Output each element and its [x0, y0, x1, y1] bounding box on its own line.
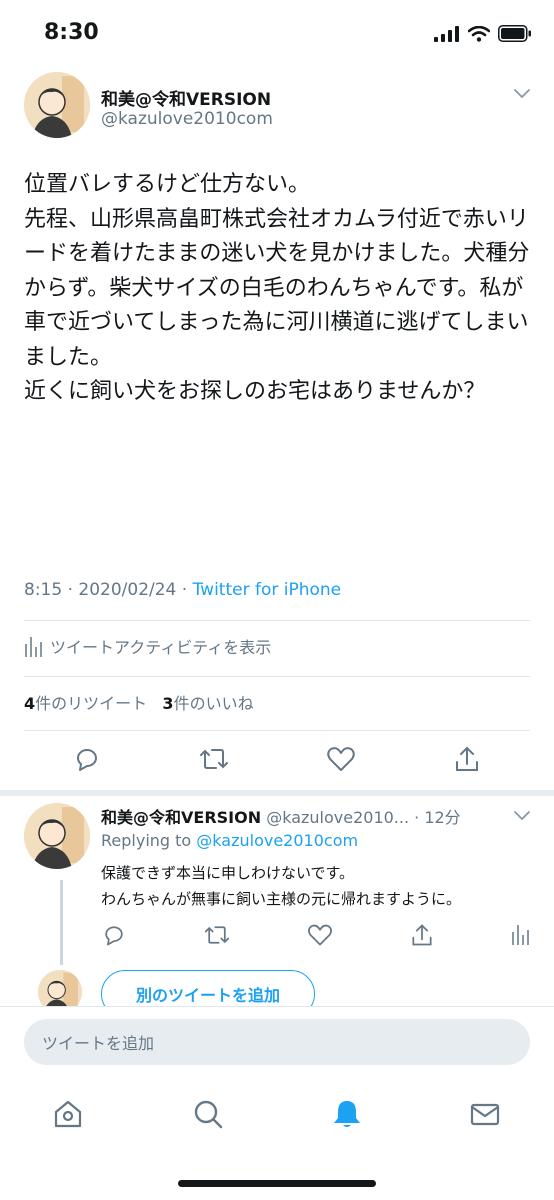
engagement-counts[interactable]: 4件のリツイート 3件のいいね	[24, 690, 254, 714]
retweet-icon[interactable]	[198, 744, 230, 774]
notifications-icon[interactable]	[331, 1098, 363, 1130]
status-bar: 8:30	[0, 0, 554, 66]
replying-to: Replying to @kazulove2010com	[101, 831, 358, 850]
compose-input[interactable]: ツイートを追加	[24, 1019, 530, 1065]
chevron-down-icon[interactable]	[512, 810, 532, 822]
share-icon[interactable]	[409, 922, 435, 948]
activity-icon	[25, 637, 42, 657]
status-icons	[434, 25, 532, 42]
replying-to-handle[interactable]: @kazulove2010com	[196, 831, 358, 850]
retweet-count: 4	[24, 694, 36, 713]
divider	[24, 620, 530, 621]
chevron-down-icon[interactable]	[512, 88, 532, 100]
like-icon[interactable]	[307, 922, 333, 948]
reply-icon[interactable]	[101, 922, 127, 948]
tweet-meta: 8:15 · 2020/02/24 · Twitter for iPhone	[24, 580, 341, 600]
divider	[0, 790, 554, 796]
display-name[interactable]: 和美@令和VERSION	[101, 85, 271, 110]
signal-icon	[434, 25, 459, 42]
reply-icon[interactable]	[72, 744, 102, 774]
tweet-time: 8:15 · 2020/02/24 ·	[24, 580, 193, 600]
reply-actions	[101, 922, 529, 948]
home-icon[interactable]	[52, 1098, 84, 1130]
search-icon[interactable]	[192, 1098, 224, 1130]
compose-bar: ツイートを追加	[0, 1006, 554, 1078]
battery-icon	[498, 25, 531, 42]
retweet-icon[interactable]	[203, 922, 231, 948]
tweet-activity-link[interactable]: ツイートアクティビティを表示	[24, 634, 271, 658]
reply-avatar[interactable]	[24, 803, 90, 869]
like-icon[interactable]	[326, 744, 356, 774]
retweet-label: 件のリツイート	[35, 694, 148, 713]
activity-icon[interactable]	[511, 922, 529, 946]
wifi-icon	[468, 25, 490, 42]
tweet-source[interactable]: Twitter for iPhone	[193, 580, 342, 600]
tweet-actions	[72, 744, 482, 774]
home-indicator	[178, 1180, 376, 1187]
reply-header[interactable]: 和美@令和VERSION @kazulove2010... · 12分	[101, 804, 461, 828]
divider	[24, 676, 530, 677]
reply-handle-time: @kazulove2010... · 12分	[266, 808, 461, 827]
avatar[interactable]	[24, 72, 90, 138]
thread-line	[60, 880, 63, 965]
activity-label: ツイートアクティビティを表示	[50, 638, 272, 657]
like-count: 3	[162, 694, 174, 713]
divider	[24, 730, 530, 731]
status-time: 8:30	[44, 20, 99, 45]
messages-icon[interactable]	[469, 1098, 501, 1130]
like-label: 件のいいね	[173, 694, 254, 713]
tweet-body: 位置バレするけど仕方ない。 先程、山形県高畠町株式会社オカムラ付近で赤いリードを…	[24, 172, 530, 404]
share-icon[interactable]	[452, 744, 482, 774]
reply-display-name: 和美@令和VERSION	[101, 808, 262, 827]
handle[interactable]: @kazulove2010com	[101, 109, 273, 129]
replying-prefix: Replying to	[101, 831, 197, 850]
reply-body: 保護できず本当に申しわけないです。 わんちゃんが無事に飼い主様の元に帰れますよう…	[101, 864, 462, 908]
